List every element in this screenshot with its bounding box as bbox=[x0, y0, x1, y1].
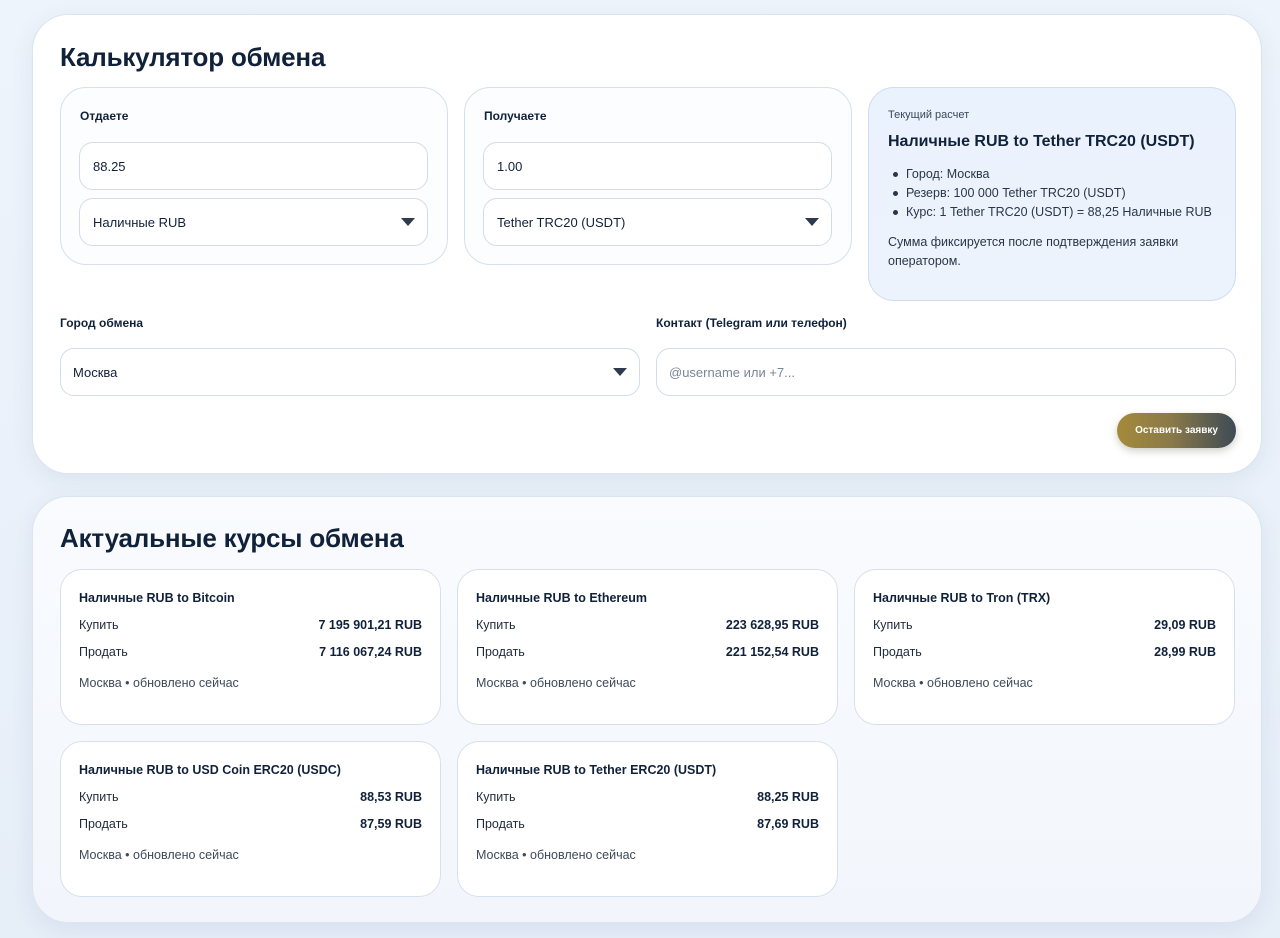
summary-item-city: Город: Москва bbox=[888, 165, 1212, 184]
get-currency-value: Tether TRC20 (USDT) bbox=[497, 214, 626, 230]
rate-card-footer: Москва • обновлено сейчас bbox=[873, 676, 1033, 690]
summary-list: Город: Москва Резерв: 100 000 Tether TRC… bbox=[888, 165, 1212, 222]
get-currency-select[interactable]: Tether TRC20 (USDT) bbox=[483, 198, 832, 246]
sell-label: Продать bbox=[476, 817, 525, 831]
buy-value: 223 628,95 RUB bbox=[725, 618, 819, 632]
sell-value: 28,99 RUB bbox=[1154, 645, 1216, 659]
buy-row: Купить 7 195 901,21 RUB bbox=[79, 618, 422, 632]
bullet-icon bbox=[893, 210, 898, 215]
rate-card: Наличные RUB to Bitcoin Купить 7 195 901,… bbox=[60, 569, 441, 725]
bullet-icon bbox=[893, 191, 898, 196]
chevron-down-icon bbox=[805, 218, 819, 226]
sell-label: Продать bbox=[873, 645, 922, 659]
sell-row: Продать 7 116 067,24 RUB bbox=[79, 645, 422, 659]
give-amount-input[interactable]: 88.25 bbox=[79, 142, 428, 190]
summary-item-text: Резерв: 100 000 Tether TRC20 (USDT) bbox=[906, 186, 1126, 200]
rate-card-footer: Москва • обновлено сейчас bbox=[476, 848, 636, 862]
buy-label: Купить bbox=[476, 618, 516, 632]
rates-title: Актуальные курсы обмена bbox=[60, 523, 404, 553]
summary-item-rate: Курс: 1 Tether TRC20 (USDT) = 88,25 Нали… bbox=[888, 203, 1212, 222]
summary-note: Сумма фиксируется после подтверждения за… bbox=[888, 235, 1179, 268]
sell-label: Продать bbox=[79, 645, 128, 659]
buy-row: Купить 88,53 RUB bbox=[79, 790, 422, 804]
contact-field bbox=[656, 348, 1236, 396]
rate-card-title: Наличные RUB to USD Coin ERC20 (USDC) bbox=[79, 763, 341, 777]
sell-label: Продать bbox=[476, 645, 525, 659]
chevron-down-icon bbox=[613, 368, 627, 376]
sell-value: 87,69 RUB bbox=[757, 817, 819, 831]
buy-row: Купить 29,09 RUB bbox=[873, 618, 1216, 632]
contact-label: Контакт (Telegram или телефон) bbox=[656, 316, 847, 330]
exchange-calculator-panel: Калькулятор обмена Отдаете 88.25 Наличны… bbox=[32, 14, 1262, 474]
calculator-title: Калькулятор обмена bbox=[60, 42, 326, 72]
sell-row: Продать 28,99 RUB bbox=[873, 645, 1216, 659]
rate-card-title: Наличные RUB to Bitcoin bbox=[79, 591, 235, 605]
sell-value: 7 116 067,24 RUB bbox=[319, 645, 422, 659]
sell-row: Продать 221 152,54 RUB bbox=[476, 645, 819, 659]
rate-card-title: Наличные RUB to Tether ERC20 (USDT) bbox=[476, 763, 717, 777]
sell-value: 221 152,54 RUB bbox=[725, 645, 819, 659]
rate-card: Наличные RUB to Tron (TRX) Купить 29,09 R… bbox=[854, 569, 1235, 725]
rate-card: Наличные RUB to Tether ERC20 (USDT) Купи… bbox=[457, 741, 838, 897]
summary-item-reserve: Резерв: 100 000 Tether TRC20 (USDT) bbox=[888, 184, 1212, 203]
get-label: Получаете bbox=[484, 109, 547, 123]
rate-card-title: Наличные RUB to Tron (TRX) bbox=[873, 591, 1051, 605]
current-calculation-summary: Текущий расчет Наличные RUB to Tether TR… bbox=[868, 87, 1236, 301]
rate-card-footer: Москва • обновлено сейчас bbox=[79, 676, 239, 690]
contact-input[interactable] bbox=[669, 364, 1209, 380]
buy-value: 88,53 RUB bbox=[360, 790, 422, 804]
rate-card-footer: Москва • обновлено сейчас bbox=[476, 676, 636, 690]
city-value: Москва bbox=[73, 364, 118, 380]
buy-value: 7 195 901,21 RUB bbox=[318, 618, 422, 632]
sell-row: Продать 87,69 RUB bbox=[476, 817, 819, 831]
rate-card: Наличные RUB to Ethereum Купить 223 628,9… bbox=[457, 569, 838, 725]
buy-value: 88,25 RUB bbox=[757, 790, 819, 804]
get-box: Получаете 1.00 Tether TRC20 (USDT) bbox=[464, 87, 852, 265]
give-currency-value: Наличные RUB bbox=[93, 214, 187, 230]
submit-request-button[interactable]: Оставить заявку bbox=[1117, 413, 1236, 448]
summary-item-text: Город: Москва bbox=[906, 167, 990, 181]
city-label: Город обмена bbox=[60, 316, 144, 330]
sell-value: 87,59 RUB bbox=[360, 817, 422, 831]
rate-card-title: Наличные RUB to Ethereum bbox=[476, 591, 647, 605]
buy-row: Купить 88,25 RUB bbox=[476, 790, 819, 804]
get-amount-input[interactable]: 1.00 bbox=[483, 142, 832, 190]
give-label: Отдаете bbox=[80, 109, 129, 123]
rate-card-footer: Москва • обновлено сейчас bbox=[79, 848, 239, 862]
current-rates-panel: Актуальные курсы обмена Наличные RUB to … bbox=[32, 496, 1262, 923]
buy-label: Купить bbox=[873, 618, 913, 632]
give-currency-select[interactable]: Наличные RUB bbox=[79, 198, 428, 246]
buy-row: Купить 223 628,95 RUB bbox=[476, 618, 819, 632]
bullet-icon bbox=[893, 172, 898, 177]
buy-label: Купить bbox=[476, 790, 516, 804]
buy-label: Купить bbox=[79, 618, 119, 632]
buy-value: 29,09 RUB bbox=[1154, 618, 1216, 632]
rate-card: Наличные RUB to USD Coin ERC20 (USDC) Ку… bbox=[60, 741, 441, 897]
summary-kicker: Текущий расчет bbox=[888, 109, 970, 121]
summary-title: Наличные RUB to Tether TRC20 (USDT) bbox=[888, 133, 1195, 150]
summary-item-text: Курс: 1 Tether TRC20 (USDT) = 88,25 Нали… bbox=[906, 205, 1212, 219]
buy-label: Купить bbox=[79, 790, 119, 804]
chevron-down-icon bbox=[401, 218, 415, 226]
sell-label: Продать bbox=[79, 817, 128, 831]
city-select[interactable]: Москва bbox=[60, 348, 640, 396]
give-box: Отдаете 88.25 Наличные RUB bbox=[60, 87, 448, 265]
sell-row: Продать 87,59 RUB bbox=[79, 817, 422, 831]
